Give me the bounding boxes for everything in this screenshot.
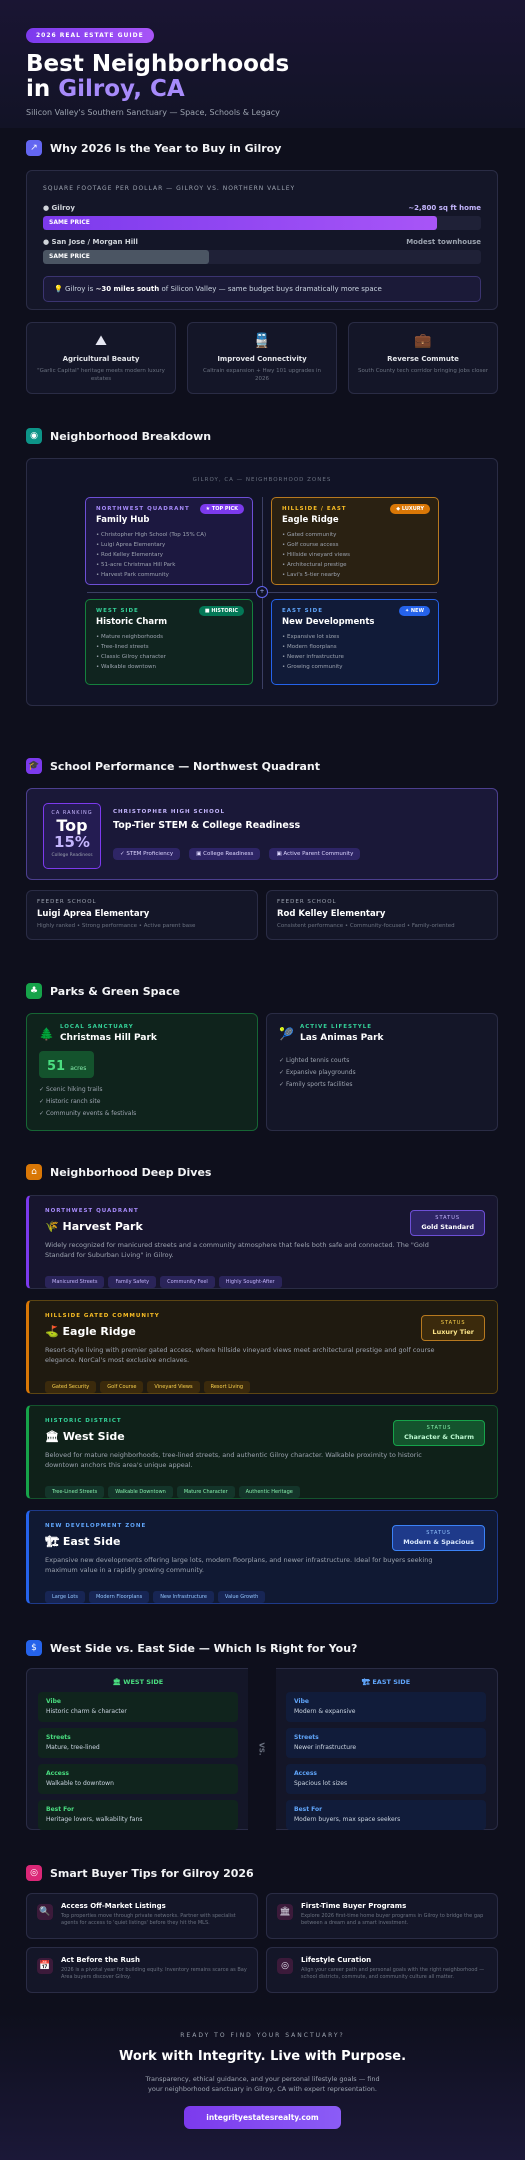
east-column: 🏗 EAST SIDE Vibe Modern & expansive Stree… <box>286 1678 486 1830</box>
west-column: 🏛 WEST SIDE Vibe Historic charm & charact… <box>38 1678 238 1830</box>
christopher-high-panel: CA RANKING Top 15% College Readiness CHR… <box>26 788 498 880</box>
bar-track: SAME PRICE <box>43 250 481 264</box>
tree-icon: ♣ <box>26 983 42 999</box>
tip-off-market: 🔍 Access Off-Market Listings Top propert… <box>26 1893 258 1939</box>
tip-first-time: 🏛 First-Time Buyer Programs Explore 2026… <box>266 1893 498 1939</box>
distance-callout: 💡 Gilroy is ~30 miles south of Silicon V… <box>43 276 481 302</box>
bar-fill-san-jose: SAME PRICE <box>43 250 210 264</box>
section-title: Smart Buyer Tips for Gilroy 2026 <box>50 1866 254 1880</box>
tip-act-before: 📅 Act Before the Rush 2026 is a pivotal … <box>26 1947 258 1993</box>
chart-up-icon: ↗ <box>26 140 42 156</box>
school-headline: Top-Tier STEM & College Readiness <box>113 820 301 831</box>
target-icon: ◎ <box>277 1958 293 1974</box>
wheat-icon: 🌾 <box>45 1220 59 1233</box>
section-title: West Side vs. East Side — Which Is Right… <box>50 1641 358 1655</box>
ranking-badge: CA RANKING Top 15% College Readiness <box>43 803 101 869</box>
compass-icon: + <box>256 586 268 598</box>
new-badge: ✦ NEW <box>398 606 430 616</box>
golf-icon: ⛳ <box>45 1325 59 1338</box>
feature-card-commute: 💼 Reverse Commute South County tech corr… <box>348 322 498 394</box>
tip-lifestyle: ◎ Lifestyle Curation Align your career p… <box>266 1947 498 1993</box>
vs-divider: VS. <box>248 1668 276 1830</box>
dive-west-side[interactable]: HISTORIC DISTRICT 🏛 West Side Beloved fo… <box>26 1405 498 1499</box>
park-christmas-hill: 🌲 LOCAL SANCTUARY Christmas Hill Park 51… <box>26 1013 258 1131</box>
section-title: Parks & Green Space <box>50 984 180 998</box>
evergreen-icon: 🌲 <box>39 1026 54 1041</box>
feature-card-agricultural: ⛰ Agricultural Beauty "Garlic Capital" h… <box>26 322 176 394</box>
dive-eagle-ridge[interactable]: HILLSIDE GATED COMMUNITY ⛳ Eagle Ridge R… <box>26 1300 498 1394</box>
price-comparison-panel: SQUARE FOOTAGE PER DOLLAR — GILROY VS. N… <box>26 170 498 310</box>
map-pin-icon: ◉ <box>26 428 42 444</box>
neighborhood-map: GILROY, CA — NEIGHBORHOOD ZONES + NORTHW… <box>26 458 498 706</box>
building-icon: 🏛 <box>112 1678 122 1686</box>
briefcase-icon: 💼 <box>414 333 432 349</box>
section-title: Neighborhood Deep Dives <box>50 1165 212 1179</box>
website-button[interactable]: integrityestatesrealty.com <box>184 2106 341 2129</box>
chart-label: SQUARE FOOTAGE PER DOLLAR — GILROY VS. N… <box>43 185 296 192</box>
map-label: GILROY, CA — NEIGHBORHOOD ZONES <box>192 477 332 483</box>
section-breakdown-header: ◉ Neighborhood Breakdown <box>26 428 211 444</box>
chip-stem: ✓ STEM Proficiency <box>113 848 181 860</box>
dive-east-side[interactable]: NEW DEVELOPMENT ZONE 🏗 East Side Expansi… <box>26 1510 498 1604</box>
section-title: School Performance — Northwest Quadrant <box>50 759 321 773</box>
section-versus-header: $ West Side vs. East Side — Which Is Rig… <box>26 1640 357 1656</box>
feeder-aprea: FEEDER SCHOOL Luigi Aprea Elementary Hig… <box>26 890 258 940</box>
bank-icon: 🏛 <box>277 1904 293 1920</box>
lightbulb-icon: 💡 <box>54 285 63 293</box>
dive-harvest-park[interactable]: NORTHWEST QUADRANT 🌾 Harvest Park Widely… <box>26 1195 498 1289</box>
crane-icon: 🏗 <box>45 1535 59 1548</box>
cta-description: Transparency, ethical guidance, and your… <box>145 2075 380 2093</box>
status-badge: STATUS Modern & Spacious <box>392 1525 485 1551</box>
train-icon: 🚆 <box>253 333 271 349</box>
section-why-header: ↗ Why 2026 Is the Year to Buy in Gilroy <box>26 140 281 156</box>
graduation-cap-icon: 🎓 <box>26 758 42 774</box>
section-parks-header: ♣ Parks & Green Space <box>26 983 180 999</box>
section-dives-header: ⌂ Neighborhood Deep Dives <box>26 1164 211 1180</box>
cta-section: READY TO FIND YOUR SANCTUARY? Work with … <box>0 2012 525 2160</box>
section-tips-header: ◎ Smart Buyer Tips for Gilroy 2026 <box>26 1865 254 1881</box>
school-name: CHRISTOPHER HIGH SCHOOL <box>113 809 225 815</box>
tennis-icon: 🎾 <box>279 1026 294 1041</box>
bar-row-gilroy: ● Gilroy ~2,800 sq ft home <box>43 204 481 212</box>
crane-icon: 🏗 <box>361 1678 371 1686</box>
mountain-icon: ⛰ <box>95 333 107 349</box>
house-icon: ⌂ <box>26 1164 42 1180</box>
historic-badge: ■ HISTORIC <box>198 606 244 616</box>
key-icon: 🔍 <box>37 1904 53 1920</box>
target-icon: ◎ <box>26 1865 42 1881</box>
top-pick-badge: ★ TOP PICK <box>199 504 244 514</box>
chip-parents: ▣ Active Parent Community <box>269 848 361 860</box>
feeder-kelley: FEEDER SCHOOL Rod Kelley Elementary Cons… <box>266 890 498 940</box>
status-badge: STATUS Luxury Tier <box>421 1315 485 1341</box>
section-school-header: 🎓 School Performance — Northwest Quadran… <box>26 758 320 774</box>
quad-hillside-east[interactable]: HILLSIDE / EAST ◆ LUXURY Eagle Ridge • G… <box>271 497 439 585</box>
quad-northwest[interactable]: NORTHWEST QUADRANT ★ TOP PICK Family Hub… <box>85 497 253 585</box>
building-icon: 🏛 <box>45 1430 59 1443</box>
quad-west-side[interactable]: WEST SIDE ■ HISTORIC Historic Charm • Ma… <box>85 599 253 685</box>
bar-track: SAME PRICE <box>43 216 481 230</box>
page-title: Best Neighborhoods in Gilroy, CA <box>26 51 290 102</box>
section-title: Neighborhood Breakdown <box>50 429 212 443</box>
quad-east-side[interactable]: EAST SIDE ✦ NEW New Developments • Expan… <box>271 599 439 685</box>
page-subtitle: Silicon Valley's Southern Sanctuary — Sp… <box>26 108 280 117</box>
dollar-icon: $ <box>26 1640 42 1656</box>
status-badge: STATUS Character & Charm <box>393 1420 485 1446</box>
guide-badge: 2026 REAL ESTATE GUIDE <box>26 28 154 43</box>
acres-badge: 51 acres <box>39 1051 95 1078</box>
hero: 2026 REAL ESTATE GUIDE Best Neighborhood… <box>0 0 525 128</box>
cta-kicker: READY TO FIND YOUR SANCTUARY? <box>180 2032 345 2039</box>
bar-fill-gilroy: SAME PRICE <box>43 216 438 230</box>
feature-card-connectivity: 🚆 Improved Connectivity Caltrain expansi… <box>187 322 337 394</box>
park-las-animas: 🎾 ACTIVE LIFESTYLE Las Animas Park ✓ Lig… <box>266 1013 498 1131</box>
cta-headline: Work with Integrity. Live with Purpose. <box>118 2049 407 2064</box>
page: 2026 REAL ESTATE GUIDE Best Neighborhood… <box>0 0 525 2160</box>
status-badge: STATUS Gold Standard <box>410 1210 485 1236</box>
section-title: Why 2026 Is the Year to Buy in Gilroy <box>50 141 282 155</box>
luxury-badge: ◆ LUXURY <box>390 504 430 514</box>
bar-row-san-jose: ● San Jose / Morgan Hill Modest townhous… <box>43 238 481 246</box>
calendar-icon: 📅 <box>37 1958 53 1974</box>
chip-college: ▣ College Readiness <box>189 848 261 860</box>
